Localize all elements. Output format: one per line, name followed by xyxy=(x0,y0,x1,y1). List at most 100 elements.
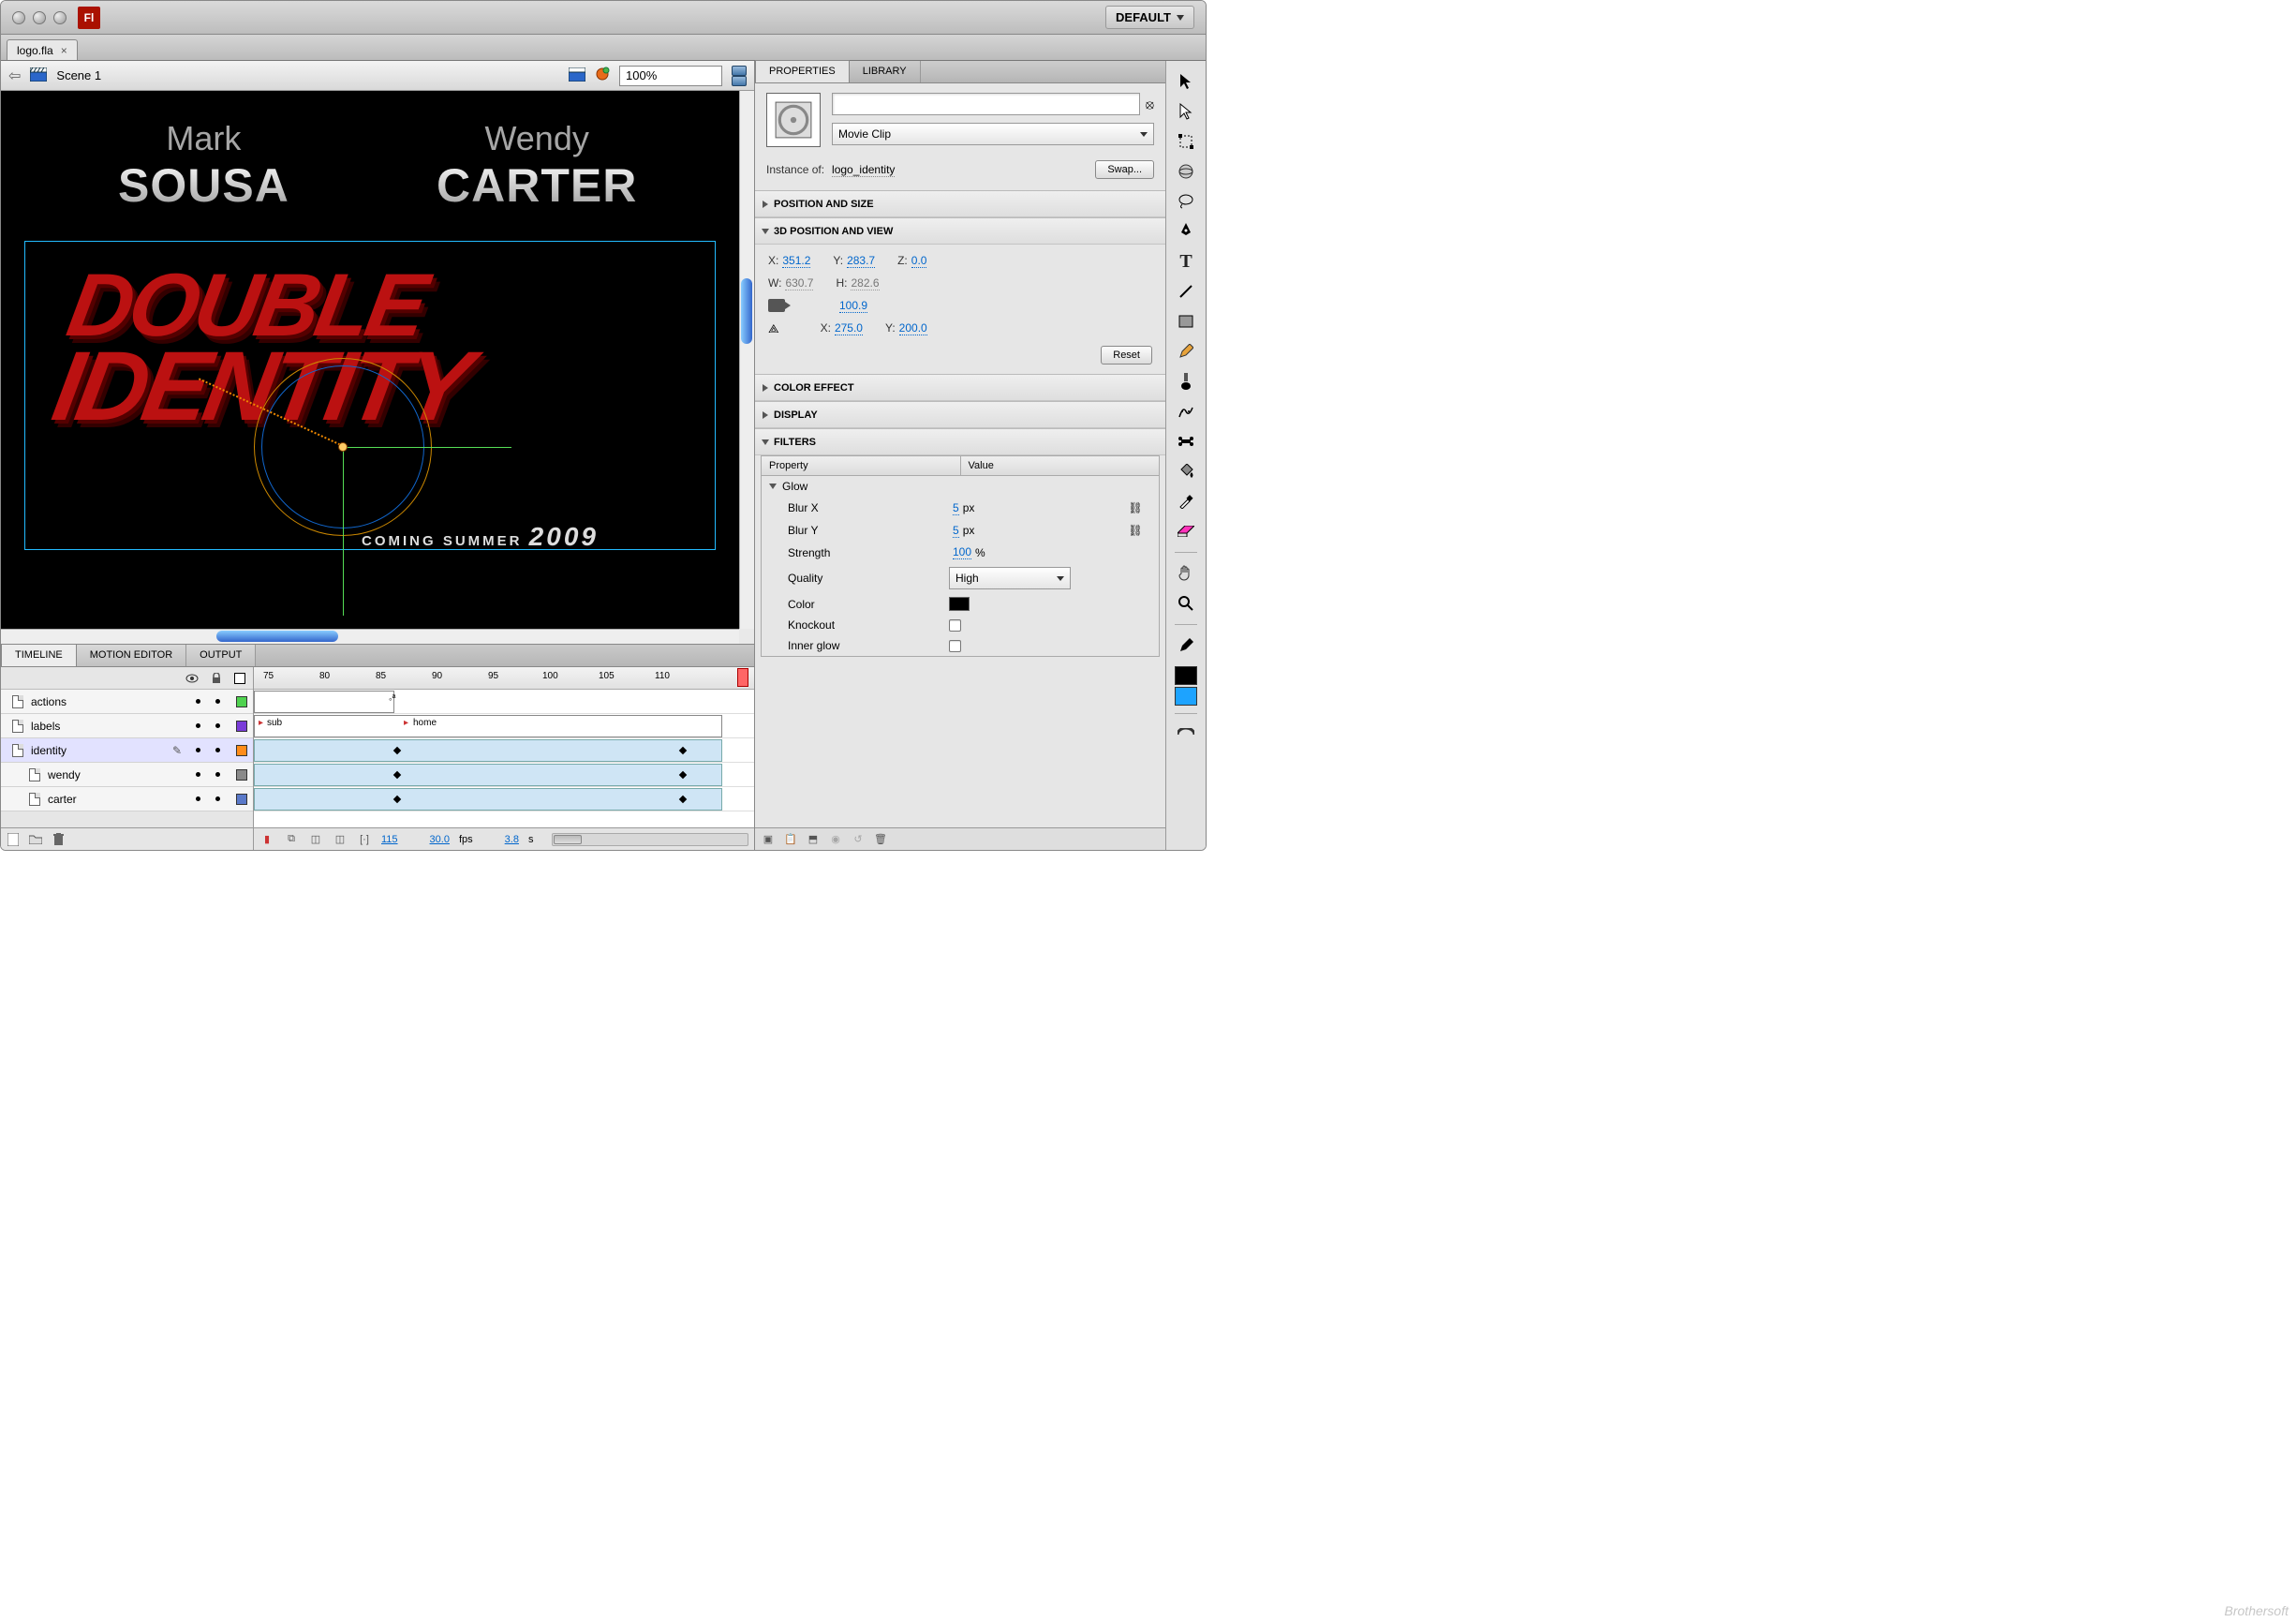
elapsed-time[interactable]: 3.8 xyxy=(505,834,519,845)
section-position-size[interactable]: POSITION AND SIZE xyxy=(755,191,1165,217)
close-tab-icon[interactable]: × xyxy=(61,44,67,57)
stroke-color-swatch[interactable] xyxy=(1175,666,1197,685)
edit-scene-icon[interactable] xyxy=(569,67,585,84)
fill-color-swatch[interactable] xyxy=(1175,687,1197,706)
layer-row[interactable]: identity ✎ xyxy=(1,738,253,763)
onion-skin-outline-icon[interactable]: ◫ xyxy=(333,832,348,847)
link-icon[interactable]: ⛓ xyxy=(1128,500,1143,515)
edit-multiple-icon[interactable]: [·] xyxy=(357,832,372,847)
outline-icon[interactable] xyxy=(234,673,245,684)
new-layer-icon[interactable] xyxy=(7,833,20,846)
brush-tool-icon[interactable] xyxy=(1172,368,1200,394)
launch-icon[interactable]: ⦻ xyxy=(1146,97,1154,112)
zoom-stepper[interactable] xyxy=(732,66,747,86)
deco-tool-icon[interactable] xyxy=(1172,398,1200,424)
section-color-effect[interactable]: COLOR EFFECT xyxy=(755,375,1165,401)
layer-row[interactable]: actions xyxy=(1,690,253,714)
layer-row[interactable]: wendy xyxy=(1,763,253,787)
track-wendy[interactable] xyxy=(254,763,754,787)
visibility-icon[interactable] xyxy=(185,672,199,685)
stage-vscroll[interactable] xyxy=(739,91,754,629)
timeline-hscroll[interactable] xyxy=(552,833,748,846)
swap-button[interactable]: Swap... xyxy=(1095,160,1154,179)
blur-x[interactable]: 5 xyxy=(953,501,959,515)
zoom-tool-icon[interactable] xyxy=(1172,590,1200,617)
blur-y[interactable]: 5 xyxy=(953,524,959,538)
bone-tool-icon[interactable] xyxy=(1172,428,1200,454)
stroke-fill-icon[interactable] xyxy=(1172,632,1200,659)
layer-color-swatch[interactable] xyxy=(236,696,247,707)
pen-tool-icon[interactable] xyxy=(1172,218,1200,245)
edit-symbol-icon[interactable] xyxy=(595,67,610,84)
window-zoom-button[interactable] xyxy=(53,11,67,24)
layer-color-swatch[interactable] xyxy=(236,794,247,805)
track-carter[interactable] xyxy=(254,787,754,811)
fps-value[interactable]: 30.0 xyxy=(430,834,450,845)
free-transform-tool-icon[interactable] xyxy=(1172,128,1200,155)
new-folder-icon[interactable] xyxy=(29,833,42,846)
3d-rotation-gizmo[interactable] xyxy=(254,358,432,536)
3d-rotation-tool-icon[interactable] xyxy=(1172,158,1200,185)
section-display[interactable]: DISPLAY xyxy=(755,402,1165,428)
track-labels[interactable]: ▸ sub ▸ home xyxy=(254,714,754,738)
onion-skin-icon[interactable]: ◫ xyxy=(308,832,323,847)
vanish-x[interactable]: 275.0 xyxy=(835,321,863,335)
workspace-switcher[interactable]: DEFAULT xyxy=(1105,6,1194,29)
knockout-checkbox[interactable] xyxy=(949,619,961,632)
current-frame[interactable]: 115 xyxy=(381,834,398,845)
instance-type-combo[interactable]: Movie Clip xyxy=(832,123,1154,145)
stage-hscroll[interactable] xyxy=(1,629,739,644)
quality-combo[interactable]: High xyxy=(949,567,1071,589)
playhead[interactable] xyxy=(737,668,748,687)
delete-filter-icon[interactable]: 🗑 xyxy=(873,833,888,846)
layer-color-swatch[interactable] xyxy=(236,769,247,781)
delete-layer-icon[interactable] xyxy=(52,833,65,846)
pencil-tool-icon[interactable] xyxy=(1172,338,1200,365)
section-3d-position[interactable]: 3D POSITION AND VIEW xyxy=(755,218,1165,245)
options-icon[interactable] xyxy=(1172,722,1200,748)
layer-row[interactable]: labels xyxy=(1,714,253,738)
tab-library[interactable]: LIBRARY xyxy=(850,61,921,82)
inner-glow-checkbox[interactable] xyxy=(949,640,961,652)
tab-output[interactable]: OUTPUT xyxy=(186,645,256,666)
track-actions[interactable]: ◦a xyxy=(254,690,754,714)
stage-area[interactable]: Mark SOUSA Wendy CARTER DOUBLE IDENTITY xyxy=(1,91,754,644)
section-filters[interactable]: FILTERS xyxy=(755,429,1165,455)
hand-tool-icon[interactable] xyxy=(1172,560,1200,587)
new-filter-icon[interactable]: ▣ xyxy=(761,833,776,846)
vanish-y[interactable]: 200.0 xyxy=(899,321,927,335)
tab-properties[interactable]: PROPERTIES xyxy=(755,60,850,82)
perspective-angle[interactable]: 100.9 xyxy=(839,299,867,313)
3d-z[interactable]: 0.0 xyxy=(911,254,927,268)
rectangle-tool-icon[interactable] xyxy=(1172,308,1200,335)
document-tab[interactable]: logo.fla × xyxy=(7,39,78,60)
filter-strength[interactable]: 100 xyxy=(953,545,971,559)
text-tool-icon[interactable]: T xyxy=(1172,248,1200,275)
layer-color-swatch[interactable] xyxy=(236,745,247,756)
preset-icon[interactable]: ⬒ xyxy=(806,833,821,846)
lasso-tool-icon[interactable] xyxy=(1172,188,1200,215)
paint-bucket-tool-icon[interactable] xyxy=(1172,458,1200,484)
filter-color-swatch[interactable] xyxy=(949,597,970,611)
3d-x[interactable]: 351.2 xyxy=(782,254,810,268)
zoom-input[interactable] xyxy=(619,66,722,86)
layer-row[interactable]: carter xyxy=(1,787,253,811)
selection-tool-icon[interactable] xyxy=(1172,68,1200,95)
tab-motion-editor[interactable]: MOTION EDITOR xyxy=(77,645,186,666)
eraser-tool-icon[interactable] xyxy=(1172,518,1200,544)
back-button[interactable]: ⇦ xyxy=(8,67,21,85)
scene-breadcrumb[interactable]: Scene 1 xyxy=(56,68,101,82)
window-minimize-button[interactable] xyxy=(33,11,46,24)
line-tool-icon[interactable] xyxy=(1172,278,1200,305)
enable-icon[interactable]: ◉ xyxy=(828,833,843,846)
lock-icon[interactable] xyxy=(210,672,223,685)
clipboard-icon[interactable]: 📋 xyxy=(783,833,798,846)
subselection-tool-icon[interactable] xyxy=(1172,98,1200,125)
center-frame-icon[interactable]: ⧉ xyxy=(284,832,299,847)
tab-timeline[interactable]: TIMELINE xyxy=(1,644,77,666)
eyedropper-tool-icon[interactable] xyxy=(1172,488,1200,514)
filter-group[interactable]: Glow xyxy=(762,476,1159,497)
instance-name-input[interactable] xyxy=(832,93,1140,115)
3d-y[interactable]: 283.7 xyxy=(847,254,875,268)
link-icon[interactable]: ⛓ xyxy=(1128,523,1143,538)
